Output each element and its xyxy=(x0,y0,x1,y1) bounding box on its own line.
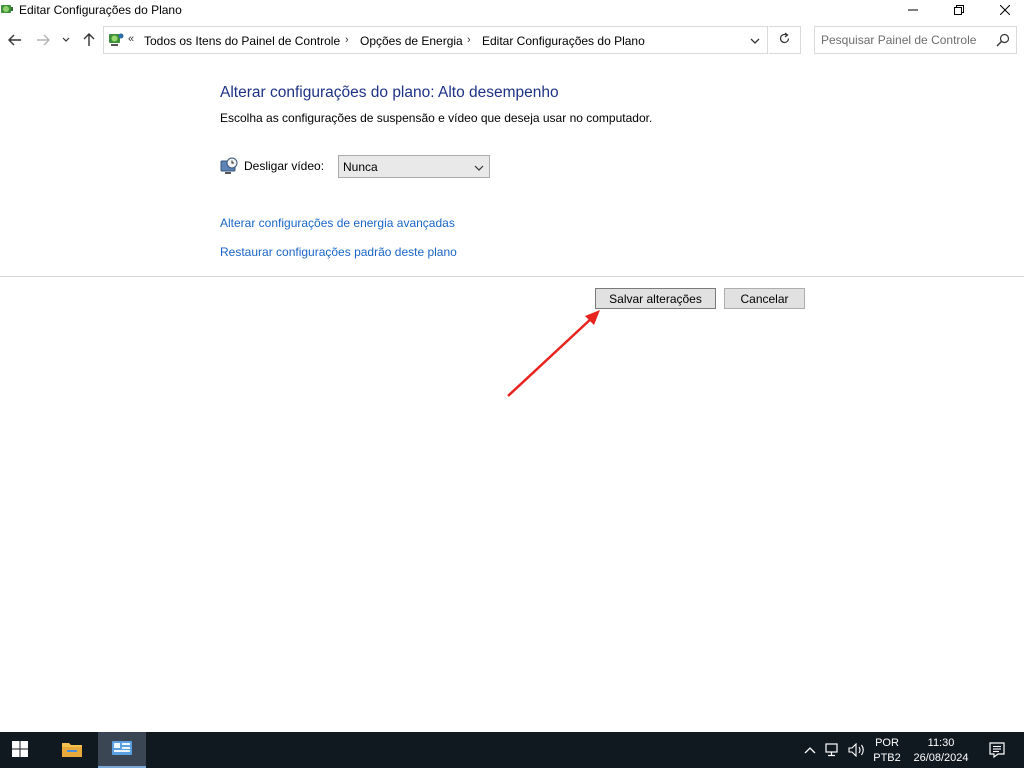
breadcrumb-all-items[interactable]: Todos os Itens do Painel de Controle xyxy=(144,34,340,48)
clock-time: 11:30 xyxy=(927,737,955,749)
select-value: Nunca xyxy=(343,160,378,174)
up-button[interactable] xyxy=(80,31,98,49)
chevron-down-icon xyxy=(474,162,484,172)
language-code: POR xyxy=(875,737,899,749)
address-dropdown-icon[interactable] xyxy=(749,35,761,47)
input-language-indicator[interactable]: POR PTB2 xyxy=(872,736,902,766)
control-panel-icon xyxy=(111,739,133,760)
navigation-bar: « Todos os Itens do Painel de Controle ›… xyxy=(0,22,1024,58)
taskbar: POR PTB2 11:30 26/08/2024 xyxy=(0,732,1024,768)
cancel-button[interactable]: Cancelar xyxy=(724,288,805,309)
breadcrumb-separator[interactable]: › xyxy=(467,34,471,46)
breadcrumb-power-options[interactable]: Opções de Energia xyxy=(360,34,463,48)
address-bar[interactable]: « Todos os Itens do Painel de Controle ›… xyxy=(103,26,768,54)
clock-date: 26/08/2024 xyxy=(913,752,969,764)
show-hidden-icons-chevron-icon[interactable] xyxy=(800,732,820,768)
taskbar-control-panel[interactable] xyxy=(98,732,146,768)
start-button[interactable] xyxy=(0,732,40,768)
breadcrumb-edit-plan[interactable]: Editar Configurações do Plano xyxy=(482,34,645,48)
network-icon[interactable] xyxy=(822,732,844,768)
control-panel-icon xyxy=(107,32,125,48)
action-center-icon[interactable] xyxy=(984,732,1010,768)
power-options-icon xyxy=(0,2,14,16)
annotation-arrow-icon xyxy=(507,310,600,397)
page-title: Alterar configurações do plano: Alto des… xyxy=(220,84,559,101)
windows-start-icon xyxy=(12,740,28,760)
close-button[interactable] xyxy=(982,0,1024,20)
turn-off-display-select[interactable]: Nunca xyxy=(338,155,490,178)
minimize-button[interactable] xyxy=(890,0,936,20)
restore-defaults-link[interactable]: Restaurar configurações padrão deste pla… xyxy=(220,245,457,259)
taskbar-file-explorer[interactable] xyxy=(50,732,94,768)
file-explorer-icon xyxy=(61,740,83,761)
refresh-button[interactable] xyxy=(769,26,801,54)
search-input[interactable] xyxy=(821,32,986,48)
recent-locations-chevron-icon[interactable] xyxy=(60,31,72,49)
search-box[interactable] xyxy=(814,26,1017,54)
refresh-icon xyxy=(778,32,791,48)
turn-off-display-label: Desligar vídeo: xyxy=(244,159,325,173)
restore-button[interactable] xyxy=(936,0,982,20)
breadcrumb-separator[interactable]: › xyxy=(345,34,349,46)
keyboard-layout: PTB2 xyxy=(873,752,901,764)
volume-icon[interactable] xyxy=(846,732,868,768)
back-button[interactable] xyxy=(6,31,24,49)
save-changes-button[interactable]: Salvar alterações xyxy=(595,288,716,309)
page-description: Escolha as configurações de suspensão e … xyxy=(220,111,653,125)
divider xyxy=(0,276,1024,277)
window-title: Editar Configurações do Plano xyxy=(19,3,182,17)
breadcrumb-overflow[interactable]: « xyxy=(128,33,134,45)
monitor-clock-icon xyxy=(220,157,238,175)
advanced-power-settings-link[interactable]: Alterar configurações de energia avançad… xyxy=(220,216,455,230)
title-bar: Editar Configurações do Plano xyxy=(0,0,1024,20)
system-clock[interactable]: 11:30 26/08/2024 xyxy=(906,736,976,766)
search-icon[interactable] xyxy=(996,33,1010,47)
forward-button[interactable] xyxy=(34,31,52,49)
